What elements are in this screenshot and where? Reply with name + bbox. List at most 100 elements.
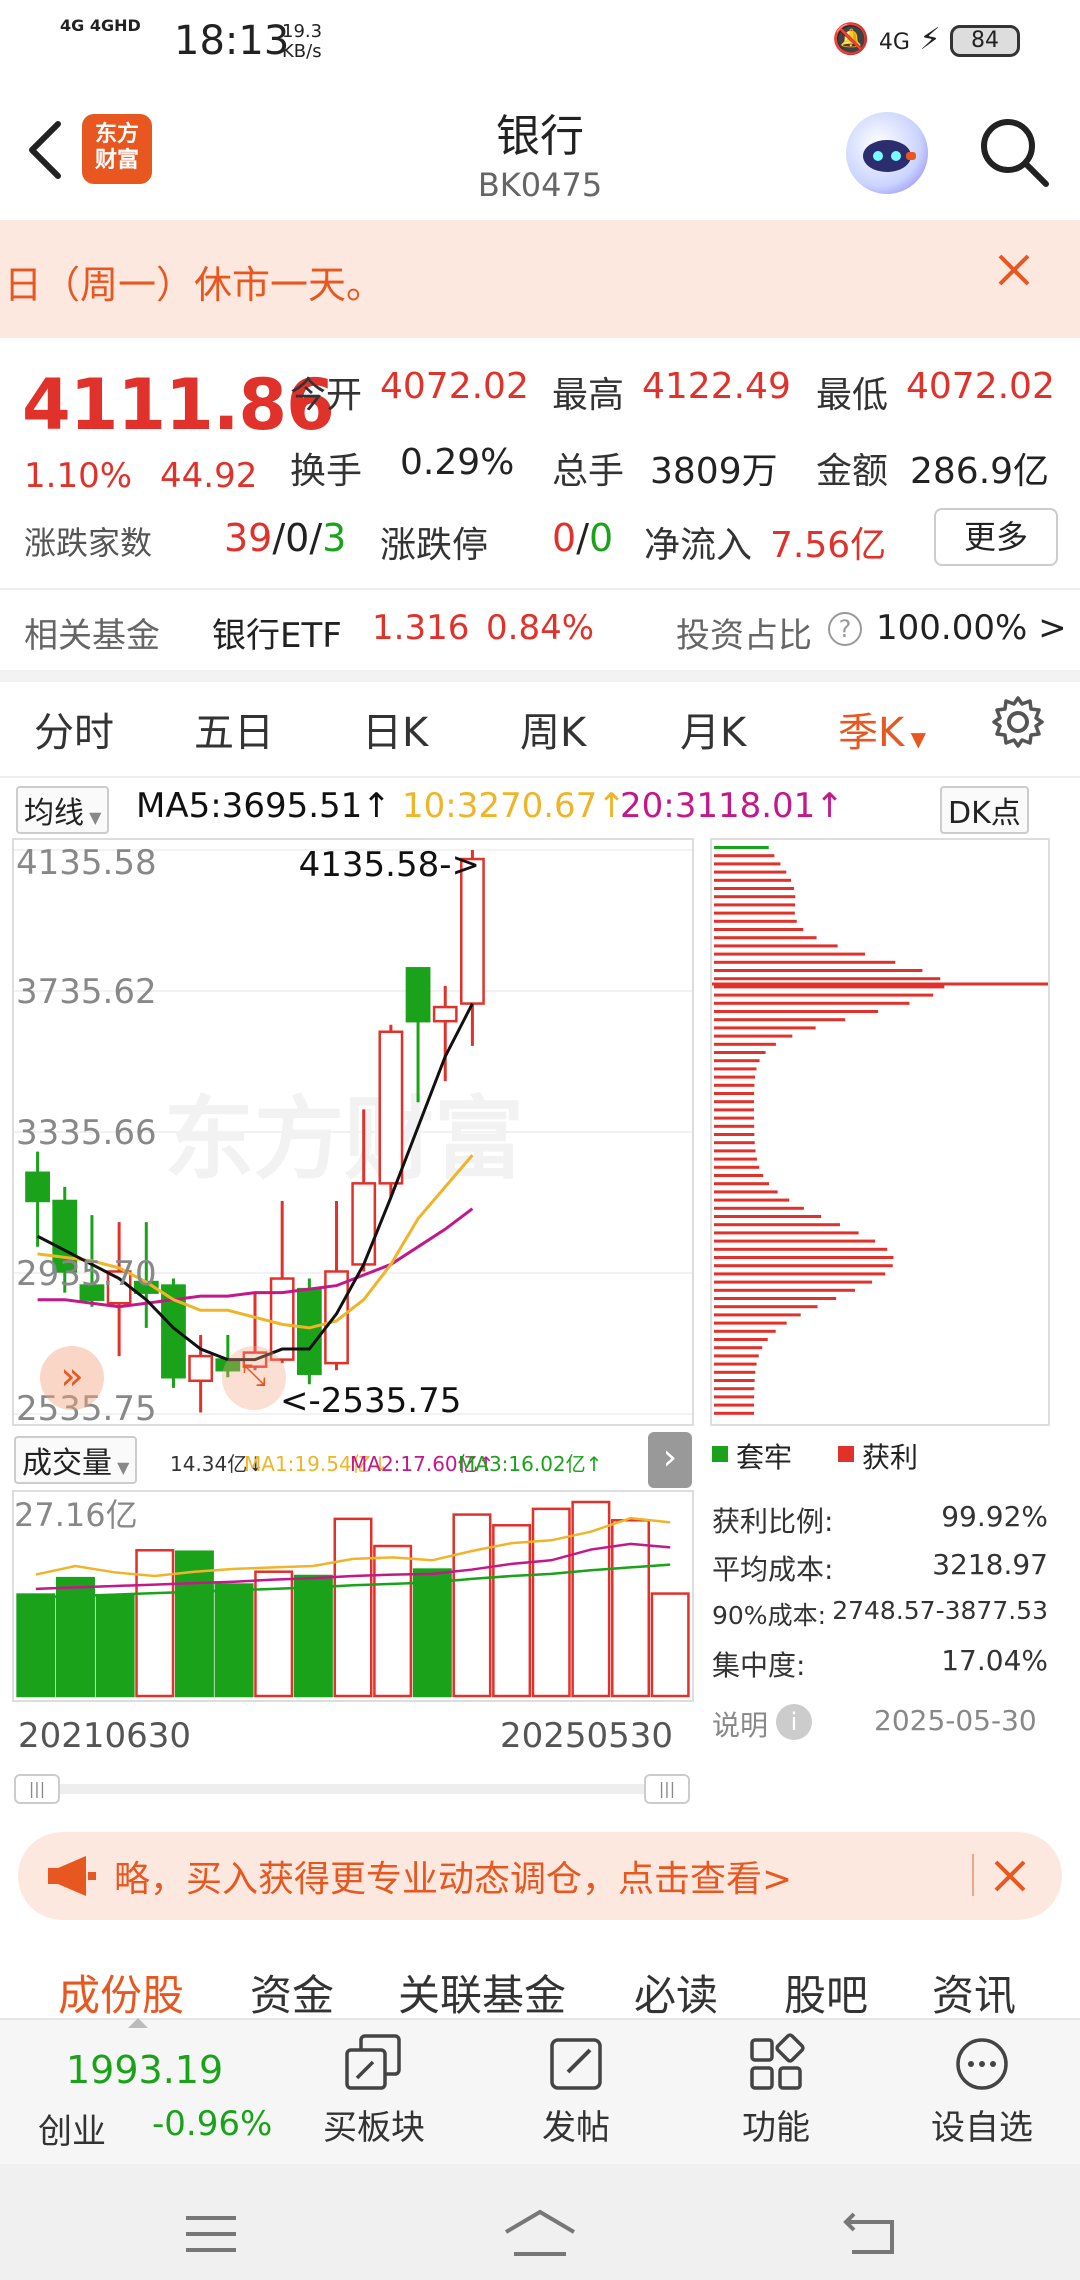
close-icon[interactable] xyxy=(990,1856,1030,1896)
chip-bar xyxy=(714,1051,766,1054)
mute-icon: 🔕 xyxy=(832,22,870,57)
help-icon[interactable]: ? xyxy=(828,612,862,646)
close-icon[interactable] xyxy=(994,250,1034,290)
low-value: 4072.02 xyxy=(906,366,1055,407)
eastmoney-logo: 东方 财富 xyxy=(82,114,152,184)
tab-related-funds[interactable]: 关联基金 xyxy=(398,1962,566,2023)
chip-bar xyxy=(714,977,941,981)
expand-left-icon[interactable]: » xyxy=(40,1346,104,1410)
tab-quarterly-k[interactable]: 季K ▼ xyxy=(838,700,926,758)
back-button[interactable] xyxy=(22,118,78,182)
notice-banner[interactable]: 日（周一）休市一天。 xyxy=(0,220,1080,338)
range-handle-left[interactable]: ||| xyxy=(14,1774,60,1804)
volume-selector[interactable]: 成交量 ▼ xyxy=(14,1436,138,1484)
turnover-value: 0.29% xyxy=(400,442,515,483)
index-pct[interactable]: -0.96% xyxy=(152,2104,272,2144)
assistant-robot-icon[interactable] xyxy=(846,112,928,194)
promo-text: 略，买入获得更专业动态调仓，点击查看> xyxy=(114,1859,793,1900)
invest-ratio-value[interactable]: 100.00% > xyxy=(876,608,1067,648)
chip-bar xyxy=(714,887,795,890)
add-watchlist-button[interactable]: 设自选 xyxy=(920,2032,1044,2162)
limit-counts: 0/0 xyxy=(552,516,614,560)
clock: 18:13 xyxy=(174,18,290,64)
max-price-note: 4135.58-> xyxy=(299,845,480,885)
chip-bar xyxy=(714,919,797,923)
chip-bar xyxy=(714,936,817,940)
fund-name[interactable]: 银行ETF xyxy=(212,608,342,657)
volume-bar xyxy=(16,1593,56,1698)
indicator-selector[interactable]: 均线 ▼ xyxy=(16,786,110,834)
volume-chart[interactable]: 27.16亿 xyxy=(12,1490,694,1702)
chip-bar xyxy=(714,862,781,866)
tab-five-day[interactable]: 五日 xyxy=(194,700,274,758)
divider xyxy=(0,588,1080,590)
functions-button[interactable]: 功能 xyxy=(720,2032,832,2162)
fullscreen-icon[interactable]: ⤡ xyxy=(222,1346,286,1410)
tab-weekly-k[interactable]: 周K xyxy=(520,700,586,758)
chip-bar xyxy=(714,1379,755,1382)
netflow-label: 净流入 xyxy=(644,525,753,566)
range-scroller[interactable]: ||| ||| xyxy=(14,1774,690,1804)
tab-forum[interactable]: 股吧 xyxy=(784,1962,868,2023)
candle-body xyxy=(378,1030,404,1185)
return-icon[interactable] xyxy=(842,2210,896,2260)
grid-icon xyxy=(750,2033,805,2090)
kline-chart[interactable]: 东方财富 4135.58 3735.62 3335.66 2935.70 2535.75… xyxy=(12,838,694,1429)
index-value[interactable]: 1993.19 xyxy=(66,2048,223,2092)
chip-bar xyxy=(714,895,796,899)
tab-funds-flow[interactable]: 资金 xyxy=(250,1962,334,2023)
y-tick-label: 3735.62 xyxy=(16,972,157,1012)
status-bar: 4G 4GHD 18:13 19.3 KB/s 🔕 4G ⚡ 84 xyxy=(0,0,1080,84)
battery-indicator: 84 xyxy=(950,25,1020,57)
chip-bar xyxy=(714,1059,760,1063)
home-icon[interactable] xyxy=(504,2208,576,2262)
buy-block-button[interactable]: 买板块 xyxy=(318,2032,430,2162)
turnover-label: 换手 xyxy=(290,451,363,492)
promo-banner[interactable]: 略，买入获得更专业动态调仓，点击查看> xyxy=(18,1832,1062,1920)
post-button[interactable]: 发帖 xyxy=(520,2032,632,2162)
tab-must-read[interactable]: 必读 xyxy=(634,1962,718,2023)
info-icon[interactable]: i xyxy=(776,1704,812,1740)
candle-body xyxy=(188,1354,214,1383)
gear-icon[interactable] xyxy=(990,694,1046,750)
candle-body xyxy=(25,1171,50,1203)
volume-ma3: MA3:16.02亿↑ xyxy=(458,1452,603,1476)
dk-point-selector[interactable]: DK点 xyxy=(940,786,1029,834)
chevron-right-icon[interactable]: › xyxy=(648,1432,692,1488)
page-title: 银行 xyxy=(496,111,584,162)
signal-4g: 4G xyxy=(878,30,910,55)
netflow-value: 7.56亿 xyxy=(770,525,887,566)
chip-bar xyxy=(714,1288,855,1292)
menu-icon[interactable] xyxy=(184,2214,238,2258)
ma5-value: MA5:3695.51↑ xyxy=(136,786,391,826)
chip-bar xyxy=(714,1026,816,1030)
volume-label: 总手 xyxy=(552,451,625,492)
search-icon[interactable] xyxy=(976,114,1052,190)
more-button[interactable]: 更多 xyxy=(934,508,1058,566)
limit-label: 涨跌停 xyxy=(380,525,489,566)
open-value: 4072.02 xyxy=(380,366,529,407)
tab-monthly-k[interactable]: 月K xyxy=(680,700,746,758)
board-code: BK0475 xyxy=(477,166,603,204)
chip-bar xyxy=(714,1206,804,1210)
tab-news[interactable]: 资讯 xyxy=(932,1962,1016,2023)
chip-bar xyxy=(714,1395,755,1399)
tab-intraday[interactable]: 分时 xyxy=(34,700,114,758)
index-name[interactable]: 创业 xyxy=(38,2104,106,2153)
range-handle-right[interactable]: ||| xyxy=(644,1774,690,1804)
edit-icon xyxy=(550,2038,602,2090)
megaphone-icon xyxy=(46,1852,98,1904)
updown-label: 涨跌家数 xyxy=(24,524,153,562)
chip-bar xyxy=(714,1092,755,1095)
chip-bar xyxy=(714,1313,801,1317)
candle-body xyxy=(351,1182,377,1266)
stat-profit-ratio: 获利比例: 99.92% xyxy=(712,1500,1048,1538)
chip-bar xyxy=(714,969,923,972)
tab-constituents[interactable]: 成份股 xyxy=(58,1962,184,2023)
chip-bar xyxy=(714,1141,755,1145)
chip-bar xyxy=(714,1001,910,1005)
chip-bar xyxy=(714,1239,876,1243)
chip-bar xyxy=(714,1272,886,1276)
chip-note-label: 说明 xyxy=(712,1709,769,1742)
tab-daily-k[interactable]: 日K xyxy=(362,700,428,758)
